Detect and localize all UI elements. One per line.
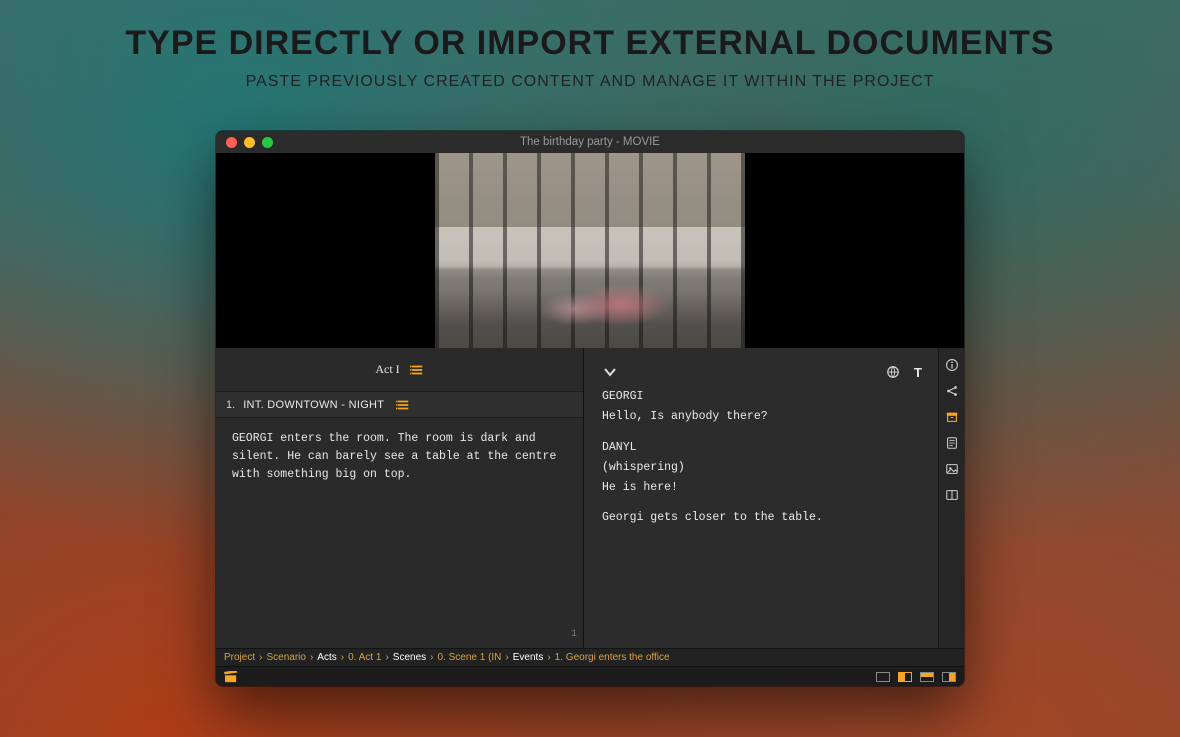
fullscreen-icon[interactable] (262, 137, 273, 148)
script-line: Hello, Is anybody there? (602, 408, 922, 425)
columns-icon[interactable] (945, 488, 959, 502)
app-window: The birthday party - MOVIE Act I 1. INT.… (216, 131, 964, 686)
breadcrumb-separator: › (505, 652, 508, 663)
layout-split-right[interactable] (942, 672, 956, 682)
breadcrumb-item[interactable]: 1. Georgi enters the office (555, 652, 670, 663)
scene-number: 1. (226, 399, 235, 411)
window-footer (216, 666, 964, 686)
notes-icon[interactable] (945, 436, 959, 450)
image-icon[interactable] (945, 462, 959, 476)
window-titlebar[interactable]: The birthday party - MOVIE (216, 131, 964, 153)
promo-headline: TYPE DIRECTLY OR IMPORT EXTERNAL DOCUMEN… (125, 24, 1054, 63)
scene-action-text: GEORGI enters the room. The room is dark… (232, 432, 556, 481)
breadcrumb-separator: › (310, 652, 313, 663)
window-title: The birthday party - MOVIE (216, 136, 964, 148)
breadcrumb-separator: › (547, 652, 550, 663)
script-line: Georgi gets closer to the table. (602, 509, 922, 526)
scene-preview (216, 153, 964, 348)
breadcrumb-separator: › (259, 652, 262, 663)
promo-subhead: PASTE PREVIOUSLY CREATED CONTENT AND MAN… (246, 73, 935, 91)
layout-switcher (876, 672, 956, 682)
script-line: DANYL (602, 439, 922, 456)
layout-split-top[interactable] (920, 672, 934, 682)
globe-icon[interactable] (886, 365, 900, 379)
text-tool-button[interactable]: T (914, 365, 922, 380)
layout-single[interactable] (876, 672, 890, 682)
breadcrumb-item[interactable]: 0. Scene 1 (IN (437, 652, 501, 663)
info-icon[interactable] (945, 358, 959, 372)
chevron-down-icon[interactable] (602, 364, 618, 380)
list-icon[interactable] (410, 364, 424, 376)
breadcrumb-item[interactable]: Scenes (393, 652, 426, 663)
clapperboard-icon[interactable] (224, 671, 238, 683)
left-pane: Act I 1. INT. DOWNTOWN - NIGHT GEORGI en… (216, 348, 584, 648)
script-line: (whispering) (602, 459, 922, 476)
scene-slug: INT. DOWNTOWN - NIGHT (243, 399, 384, 411)
right-side-toolbar (938, 348, 964, 648)
list-icon[interactable] (396, 399, 410, 411)
breadcrumb-item[interactable]: Events (513, 652, 544, 663)
breadcrumb-separator: › (430, 652, 433, 663)
archive-icon[interactable] (945, 410, 959, 424)
script-line: GEORGI (602, 388, 922, 405)
scene-header[interactable]: 1. INT. DOWNTOWN - NIGHT (216, 392, 583, 418)
breadcrumb-item[interactable]: 0. Act 1 (348, 652, 381, 663)
scene-body[interactable]: GEORGI enters the room. The room is dark… (216, 418, 583, 648)
breadcrumb-item[interactable]: Project (224, 652, 255, 663)
script-line: He is here! (602, 479, 922, 496)
right-pane: T GEORGI Hello, Is anybody there? DANYL (wh… (584, 348, 964, 648)
close-icon[interactable] (226, 137, 237, 148)
breadcrumb-item[interactable]: Scenario (266, 652, 305, 663)
scene-preview-image (435, 153, 745, 348)
share-icon[interactable] (945, 384, 959, 398)
act-header[interactable]: Act I (216, 348, 583, 392)
layout-split-left[interactable] (898, 672, 912, 682)
minimize-icon[interactable] (244, 137, 255, 148)
breadcrumb-item[interactable]: Acts (317, 652, 336, 663)
breadcrumb-separator: › (385, 652, 388, 663)
breadcrumb[interactable]: Project › Scenario › Acts › 0. Act 1 › Scenes › 0.… (216, 648, 964, 666)
page-number: 1 (571, 627, 577, 643)
script-text[interactable]: GEORGI Hello, Is anybody there? DANYL (whis… (602, 388, 922, 527)
breadcrumb-separator: › (341, 652, 344, 663)
act-label: Act I (375, 362, 399, 377)
